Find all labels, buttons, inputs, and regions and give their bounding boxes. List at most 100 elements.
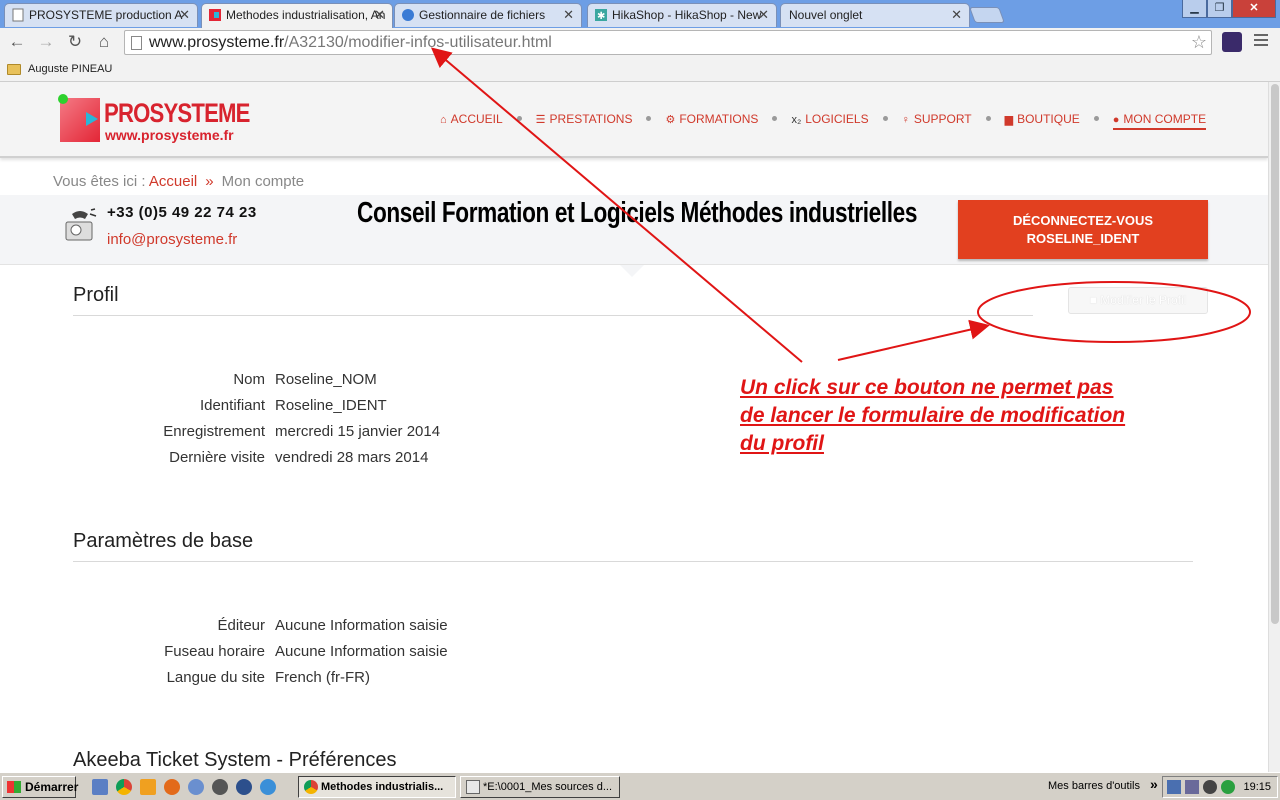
- nav-item-support[interactable]: ♀ SUPPORT: [902, 112, 972, 126]
- profile-divider: [73, 315, 1033, 316]
- site-header: PROSYSTEME www.prosysteme.fr ⌂ ACCUEIL ☰ PR…: [0, 82, 1268, 158]
- close-tab-icon[interactable]: ✕: [951, 7, 962, 23]
- scrollbar-thumb[interactable]: [1271, 84, 1279, 624]
- tray-app-icon[interactable]: [1185, 780, 1199, 794]
- address-bar[interactable]: www.prosysteme.fr/A32130/modifier-infos-…: [124, 30, 1212, 55]
- tab-title: PROSYSTEME production A: [29, 8, 183, 22]
- task-button-browser[interactable]: Methodes industrialis...: [298, 776, 456, 798]
- field-value: Roseline_IDENT: [275, 397, 387, 414]
- nav-separator: [985, 116, 991, 121]
- chrome-icon[interactable]: [116, 779, 132, 795]
- network-icon[interactable]: [1167, 780, 1181, 794]
- browser-tab-active[interactable]: Methodes industrialisation, An ✕: [201, 3, 393, 28]
- close-window-button[interactable]: ✕: [1232, 0, 1276, 18]
- media-icon[interactable]: [236, 779, 252, 795]
- user-icon: ■: [1089, 293, 1097, 307]
- breadcrumb-prefix: Vous êtes ici :: [53, 173, 146, 190]
- svg-text:✱: ✱: [597, 11, 605, 22]
- nav-item-logiciels[interactable]: x₂ LOGICIELS: [791, 112, 868, 126]
- note-line: de lancer le formulaire de modification: [740, 404, 1126, 427]
- system-tray: 19:15: [1162, 776, 1278, 798]
- ticket-prefs-title: Akeeba Ticket System - Préférences: [73, 749, 397, 771]
- nav-item-prestations[interactable]: ☰ PRESTATIONS: [536, 112, 633, 126]
- task-button-editor[interactable]: *E:\0001_Mes sources d...: [460, 776, 620, 798]
- tray-check-icon[interactable]: [1221, 780, 1235, 794]
- breadcrumb-home-link[interactable]: Accueil: [149, 173, 197, 190]
- minimize-button[interactable]: ▁: [1182, 0, 1207, 18]
- browser-tab[interactable]: PROSYSTEME production A ✕: [4, 3, 198, 27]
- toolbar-chevron-icon[interactable]: »: [1150, 776, 1158, 792]
- close-tab-icon[interactable]: ✕: [374, 7, 385, 23]
- logout-label: DÉCONNECTEZ-VOUS: [1012, 213, 1154, 228]
- bookmark-star-icon[interactable]: ☆: [1191, 32, 1207, 53]
- maximize-button[interactable]: ❐: [1207, 0, 1232, 18]
- back-button[interactable]: ←: [7, 32, 27, 52]
- page-icon: [12, 8, 24, 22]
- home-icon: ⌂: [440, 114, 447, 126]
- browser-tab[interactable]: Gestionnaire de fichiers ✕: [394, 3, 582, 27]
- home-button[interactable]: ⌂: [94, 32, 114, 52]
- field-value: Aucune Information saisie: [275, 617, 448, 634]
- bookmarks-bar: Auguste PINEAU: [0, 58, 1280, 82]
- list-icon: ☰: [535, 114, 546, 126]
- ie-icon[interactable]: [260, 779, 276, 795]
- band-notch: [620, 265, 644, 277]
- field-label: Enregistrement: [163, 423, 265, 440]
- reload-button[interactable]: ↻: [65, 32, 85, 52]
- explorer-icon[interactable]: [92, 779, 108, 795]
- tab-title: Gestionnaire de fichiers: [419, 8, 546, 22]
- field-label: Identifiant: [199, 397, 265, 414]
- tab-title: Methodes industrialisation, An: [226, 8, 386, 22]
- close-tab-icon[interactable]: ✕: [179, 7, 190, 23]
- new-tab-button[interactable]: [969, 7, 1005, 23]
- site-favicon-icon: [209, 9, 221, 21]
- url-path: /A32130/modifier-infos-utilisateur.html: [284, 34, 552, 51]
- field-value: mercredi 15 janvier 2014: [275, 423, 441, 440]
- toolbars-label[interactable]: Mes barres d'outils: [1048, 780, 1140, 792]
- close-tab-icon[interactable]: ✕: [563, 7, 574, 23]
- logo-title[interactable]: PROSYSTEME: [104, 98, 250, 129]
- field-label: Langue du site: [166, 669, 265, 686]
- logout-button[interactable]: DÉCONNECTEZ-VOUS ROSELINE_IDENT: [958, 200, 1208, 259]
- forward-button[interactable]: →: [36, 32, 56, 52]
- annotation-note: Un click sur ce bouton ne permet pas de …: [740, 374, 1125, 458]
- basic-params-divider: [73, 561, 1193, 562]
- app-icon[interactable]: [212, 779, 228, 795]
- folder-icon: [7, 64, 21, 75]
- browser-tab[interactable]: ✱ HikaShop - HikaShop - New ✕: [587, 3, 777, 27]
- extension-icon[interactable]: [1222, 32, 1242, 52]
- breadcrumb-separator: »: [205, 173, 214, 190]
- browser-menu-icon[interactable]: [1254, 34, 1268, 48]
- nav-label: FORMATIONS: [679, 112, 759, 126]
- field-label: Fuseau horaire: [164, 643, 265, 660]
- lightbulb-icon: ♀: [901, 114, 910, 126]
- hikashop-favicon-icon: ✱: [595, 9, 607, 22]
- edit-profile-button[interactable]: ■ Modifier le Profil: [1068, 287, 1208, 314]
- close-tab-icon[interactable]: ✕: [758, 7, 769, 23]
- email-link[interactable]: info@prosysteme.fr: [107, 231, 237, 248]
- app-icon[interactable]: [140, 779, 156, 795]
- tray-app-icon[interactable]: [1203, 780, 1217, 794]
- bookmark-folder[interactable]: Auguste PINEAU: [28, 63, 112, 75]
- start-button[interactable]: Démarrer: [2, 776, 78, 798]
- note-line: Un click sur ce bouton ne permet pas: [740, 376, 1114, 399]
- page-scrollbar[interactable]: [1268, 82, 1280, 772]
- app-icon[interactable]: [188, 779, 204, 795]
- nav-separator: [882, 116, 888, 121]
- nav-label: MON COMPTE: [1123, 112, 1207, 126]
- firefox-icon[interactable]: [164, 779, 180, 795]
- nav-label: PRESTATIONS: [549, 112, 633, 126]
- main-nav: ⌂ ACCUEIL ☰ PRESTATIONS ⚙ FORMATIONS x₂ LOGICIE…: [440, 112, 1207, 130]
- nav-label: BOUTIQUE: [1017, 112, 1080, 126]
- subscript-icon: x₂: [791, 114, 802, 126]
- field-label: Nom: [233, 371, 265, 388]
- nav-item-accueil[interactable]: ⌂ ACCUEIL: [440, 112, 503, 126]
- nav-item-formations[interactable]: ⚙ FORMATIONS: [665, 112, 758, 126]
- windows-flag-icon: [7, 781, 21, 793]
- nav-separator: [516, 116, 522, 121]
- nav-item-mon-compte[interactable]: ● MON COMPTE: [1112, 112, 1207, 130]
- nav-item-boutique[interactable]: ▆ BOUTIQUE: [1005, 112, 1080, 126]
- browser-tab[interactable]: Nouvel onglet ✕: [780, 3, 970, 27]
- field-value: vendredi 28 mars 2014: [275, 449, 429, 466]
- field-value: French (fr-FR): [275, 669, 370, 686]
